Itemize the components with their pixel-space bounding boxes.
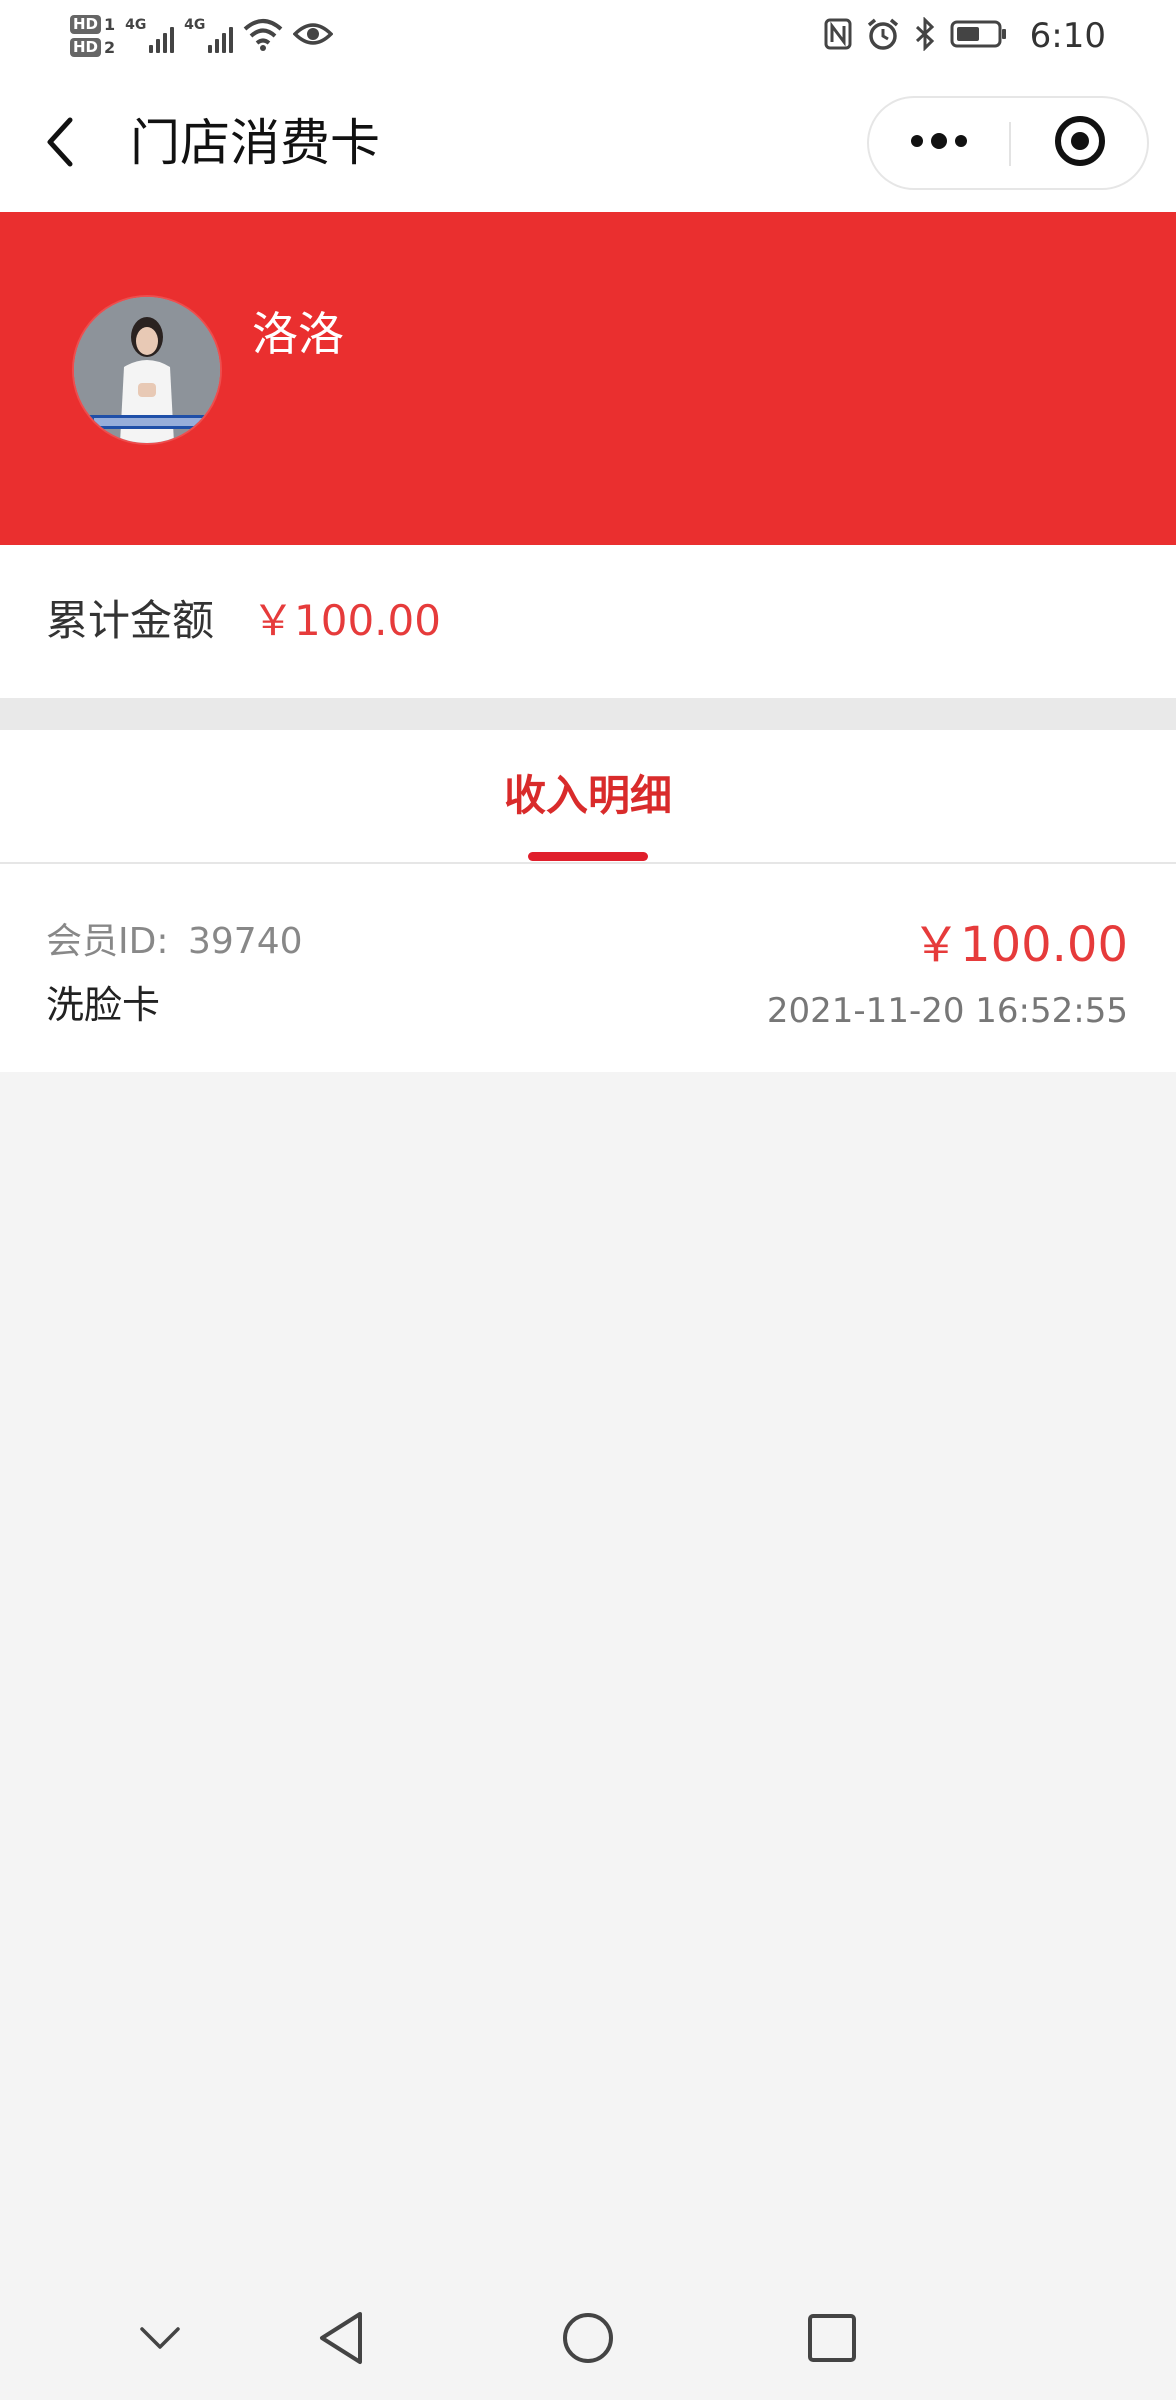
nfc-icon — [824, 18, 852, 54]
card-name: 洗脸卡 — [46, 983, 161, 1027]
eye-icon — [292, 19, 334, 53]
square-recent-icon — [806, 2312, 858, 2368]
signal-1-icon: 4G — [125, 17, 175, 53]
battery-icon — [950, 19, 1008, 53]
page-header: 门店消费卡 — [0, 72, 1176, 212]
tab-active-indicator — [528, 852, 648, 861]
chevron-left-icon — [40, 117, 80, 176]
signal-2-icon: 4G — [184, 17, 234, 53]
tab-income-detail-label: 收入明细 — [503, 771, 672, 820]
member-id-value: 39740 — [188, 921, 303, 962]
hd2-label: HD — [70, 38, 102, 57]
hd1-indicator: HD 1 — [70, 15, 115, 34]
record-amount: ￥100.00 — [912, 917, 1128, 973]
record-target-icon — [1053, 114, 1107, 172]
record-time: 2021-11-20 16:52:55 — [766, 991, 1128, 1031]
miniprogram-capsule — [867, 96, 1149, 190]
more-button[interactable] — [869, 98, 1009, 188]
wifi-icon — [243, 17, 283, 55]
profile-banner: 洛洛 — [0, 212, 1176, 545]
nav-back-button[interactable] — [302, 2300, 382, 2380]
bluetooth-icon — [914, 16, 936, 55]
nav-recent-button[interactable] — [792, 2300, 872, 2380]
close-miniprogram-button[interactable] — [1011, 98, 1149, 188]
system-nav-bar — [0, 2280, 1176, 2400]
status-bar: HD 1 HD 2 4G 4G 6:10 — [0, 0, 1176, 72]
back-button[interactable] — [40, 112, 90, 172]
hd-indicators: HD 1 HD 2 — [70, 15, 115, 57]
clock: 6:10 — [1029, 16, 1106, 56]
page-title: 门店消费卡 — [130, 114, 380, 172]
total-value: ￥100.00 — [252, 596, 441, 645]
more-dots-icon — [909, 131, 969, 155]
total-label: 累计金额 — [46, 596, 215, 645]
net2-label: 4G — [184, 17, 206, 33]
status-right: 6:10 — [824, 8, 1106, 64]
status-left: HD 1 HD 2 4G 4G — [70, 8, 334, 64]
alarm-icon — [866, 17, 900, 55]
circle-home-icon — [560, 2310, 616, 2370]
list-item[interactable]: 会员ID: 39740 洗脸卡 ￥100.00 2021-11-20 16:52… — [0, 864, 1176, 1072]
tab-income-detail[interactable]: 收入明细 — [0, 730, 1176, 862]
chevron-down-icon — [138, 2323, 182, 2357]
nav-home-button[interactable] — [548, 2300, 628, 2380]
hd1-label: HD — [70, 15, 102, 34]
user-name: 洛洛 — [252, 307, 344, 361]
hd1-number: 1 — [104, 15, 116, 34]
total-amount-row: 累计金额 ￥100.00 — [0, 545, 1176, 698]
hd2-indicator: HD 2 — [70, 38, 115, 57]
tab-bar: 收入明细 — [0, 730, 1176, 864]
net1-label: 4G — [125, 17, 147, 33]
nav-collapse-button[interactable] — [120, 2300, 200, 2380]
triangle-back-icon — [316, 2310, 368, 2370]
hd2-number: 2 — [104, 38, 116, 57]
avatar — [74, 297, 220, 443]
section-divider — [0, 698, 1176, 730]
member-id-label: 会员ID: — [46, 921, 169, 962]
